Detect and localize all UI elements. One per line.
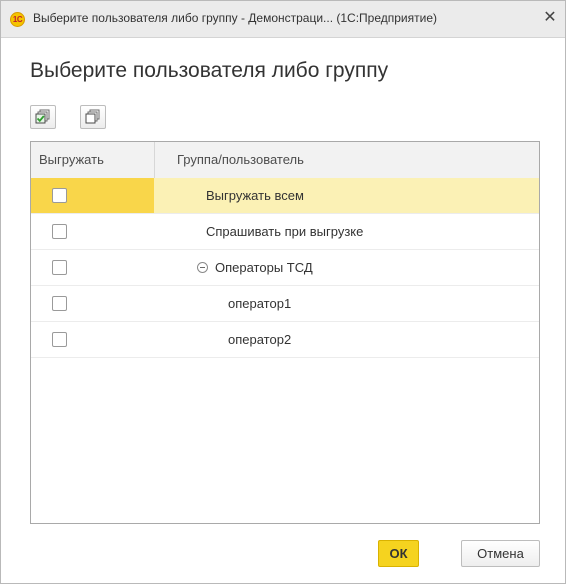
- window-title: Выберите пользователя либо группу - Демо…: [33, 11, 438, 25]
- export-checkbox[interactable]: [52, 188, 67, 203]
- table-row[interactable]: оператор2: [31, 322, 539, 358]
- table-row[interactable]: Выгружать всем: [31, 178, 539, 214]
- table-row[interactable]: Спрашивать при выгрузке: [31, 214, 539, 250]
- column-header-export[interactable]: Выгружать: [39, 142, 104, 178]
- cancel-button[interactable]: Отмена: [461, 540, 540, 567]
- column-header-group-user[interactable]: Группа/пользователь: [177, 142, 304, 178]
- row-label: Операторы ТСД: [215, 260, 313, 275]
- export-cell[interactable]: [31, 322, 154, 357]
- export-cell[interactable]: [31, 286, 154, 321]
- row-label: оператор2: [228, 332, 292, 347]
- export-checkbox[interactable]: [52, 296, 67, 311]
- row-label: Спрашивать при выгрузке: [206, 224, 364, 239]
- export-cell[interactable]: [31, 214, 154, 249]
- check-all-icon: [35, 109, 50, 124]
- collapse-icon[interactable]: [197, 262, 208, 273]
- table-row[interactable]: оператор1: [31, 286, 539, 322]
- title-bar[interactable]: 1С Выберите пользователя либо группу - Д…: [1, 1, 565, 38]
- check-all-button[interactable]: [30, 105, 56, 129]
- close-button[interactable]: ✕: [539, 7, 561, 29]
- table-row[interactable]: Операторы ТСД: [31, 250, 539, 286]
- app-logo-icon: 1С: [10, 12, 25, 27]
- column-divider: [154, 142, 155, 178]
- export-checkbox[interactable]: [52, 260, 67, 275]
- export-checkbox[interactable]: [52, 332, 67, 347]
- export-cell[interactable]: [31, 178, 154, 213]
- export-cell[interactable]: [31, 250, 154, 285]
- uncheck-all-icon: [85, 109, 100, 124]
- row-label: Выгружать всем: [206, 188, 304, 203]
- ok-button[interactable]: ОК: [378, 540, 419, 567]
- uncheck-all-button[interactable]: [80, 105, 106, 129]
- table-header: Выгружать Группа/пользователь: [31, 142, 539, 179]
- row-label: оператор1: [228, 296, 292, 311]
- dialog-window: 1С Выберите пользователя либо группу - Д…: [0, 0, 566, 584]
- page-title: Выберите пользователя либо группу: [30, 59, 389, 82]
- export-checkbox[interactable]: [52, 224, 67, 239]
- users-table[interactable]: Выгружать Группа/пользователь Выгружать …: [30, 141, 540, 524]
